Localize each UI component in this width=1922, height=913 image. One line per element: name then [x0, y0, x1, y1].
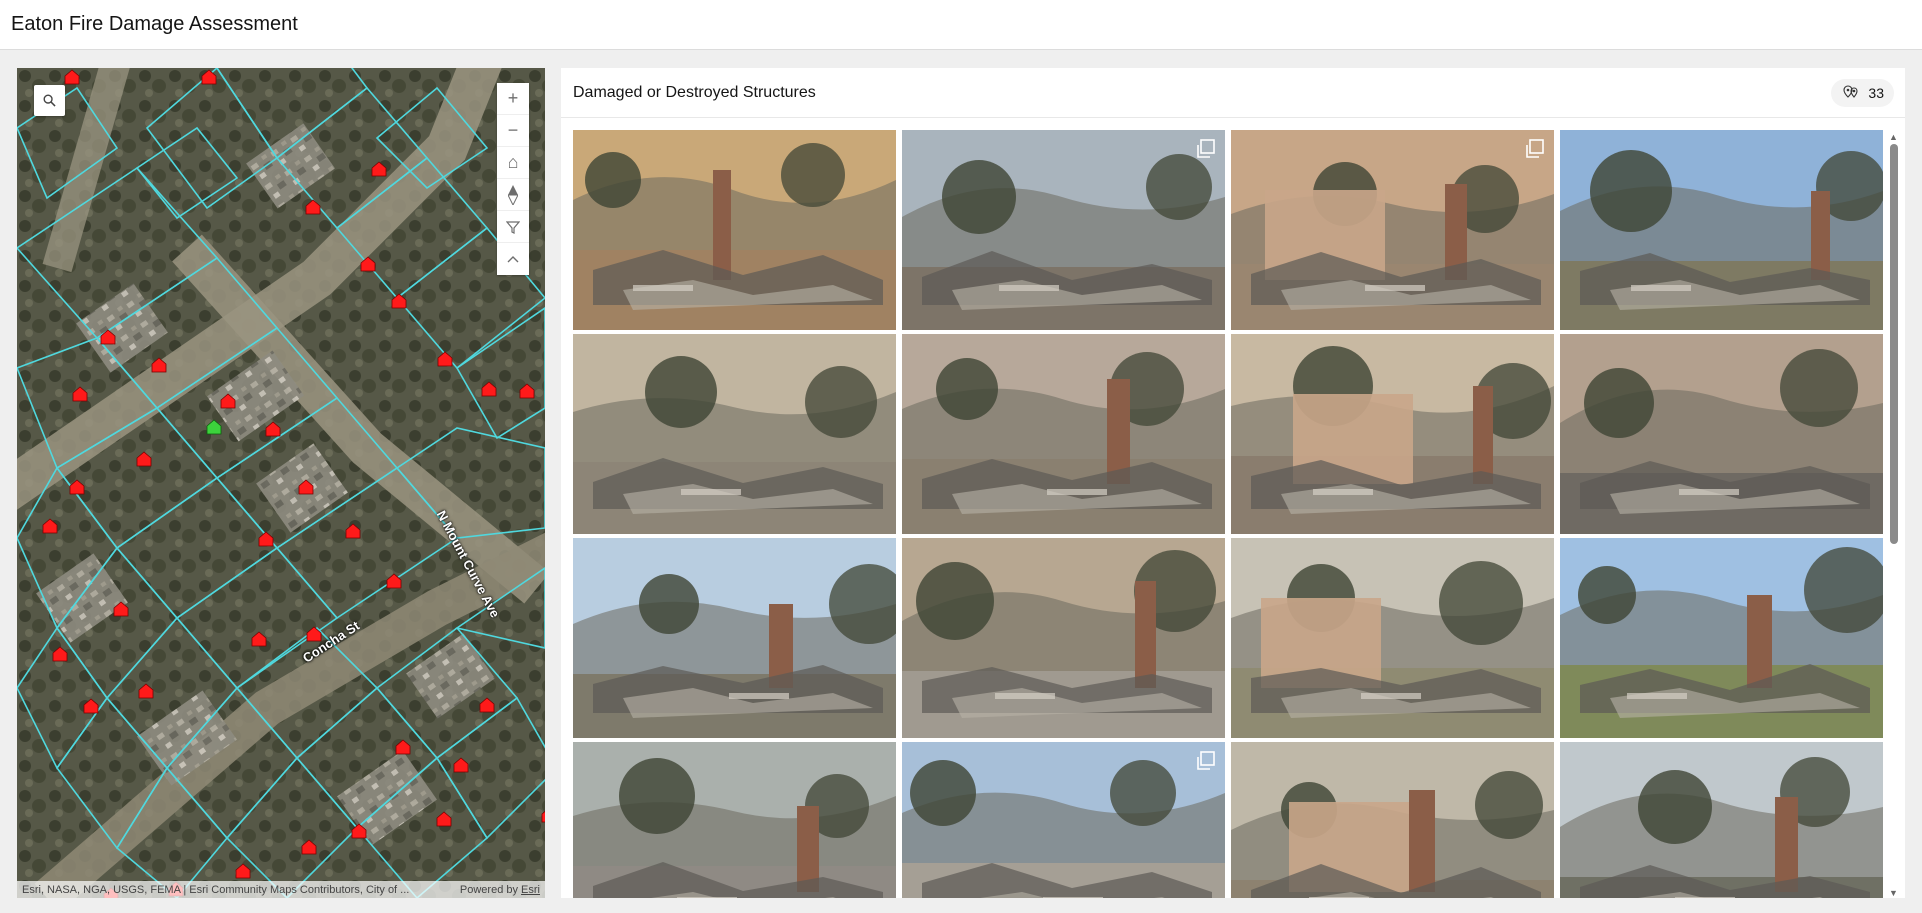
- compass-button[interactable]: [497, 179, 529, 211]
- stack-icon: [1526, 139, 1544, 158]
- esri-link[interactable]: Esri: [521, 884, 540, 896]
- photo-image: [573, 742, 896, 898]
- photo-image: [573, 538, 896, 738]
- photo-tile[interactable]: [902, 130, 1225, 330]
- scroll-up-arrow[interactable]: ▲: [1889, 132, 1898, 142]
- powered-by: Powered by Esri: [460, 884, 540, 896]
- map-controls: + − ⌂: [497, 83, 529, 275]
- cluster-icon: [1843, 85, 1858, 98]
- photo-tile[interactable]: [1560, 538, 1883, 738]
- stack-icon: [1197, 751, 1215, 770]
- photo-tile[interactable]: [573, 538, 896, 738]
- app-title: Eaton Fire Damage Assessment: [11, 13, 298, 35]
- photo-image: [902, 130, 1225, 330]
- scroll-down-arrow[interactable]: ▼: [1889, 888, 1898, 898]
- home-button[interactable]: ⌂: [497, 147, 529, 179]
- photo-image: [1231, 334, 1554, 534]
- map-attribution: Esri, NASA, NGA, USGS, FEMA | Esri Commu…: [17, 881, 545, 898]
- gallery-panel: Damaged or Destroyed Structures 33 ▲ ▼: [561, 68, 1905, 898]
- photo-tile[interactable]: [573, 130, 896, 330]
- photo-tile[interactable]: [1560, 334, 1883, 534]
- photo-grid: [573, 130, 1885, 898]
- photo-tile[interactable]: [1231, 742, 1554, 898]
- photo-tile[interactable]: [902, 742, 1225, 898]
- photo-image: [902, 334, 1225, 534]
- photo-tile[interactable]: [1231, 334, 1554, 534]
- photo-tile[interactable]: [1231, 130, 1554, 330]
- photo-image: [1231, 130, 1554, 330]
- photo-image: [573, 130, 896, 330]
- photo-tile[interactable]: [573, 334, 896, 534]
- zoom-out-button[interactable]: −: [497, 115, 529, 147]
- photo-image: [902, 742, 1225, 898]
- photo-image: [573, 334, 896, 534]
- photo-tile[interactable]: [573, 742, 896, 898]
- photo-image: [1231, 742, 1554, 898]
- photo-image: [1560, 130, 1883, 330]
- photo-tile[interactable]: [1560, 130, 1883, 330]
- scrollbar-thumb[interactable]: [1890, 144, 1898, 544]
- photo-tile[interactable]: [902, 334, 1225, 534]
- photo-tile[interactable]: [902, 538, 1225, 738]
- count-badge[interactable]: 33: [1831, 78, 1894, 107]
- photo-image: [1560, 742, 1883, 898]
- gallery-header: Damaged or Destroyed Structures 33: [561, 68, 1905, 118]
- gallery-title: Damaged or Destroyed Structures: [573, 83, 816, 101]
- photo-image: [1231, 538, 1554, 738]
- photo-tile[interactable]: [1560, 742, 1883, 898]
- zoom-in-button[interactable]: +: [497, 83, 529, 115]
- app-header: Eaton Fire Damage Assessment: [0, 0, 1922, 50]
- photo-image: [902, 538, 1225, 738]
- attribution-text: Esri, NASA, NGA, USGS, FEMA | Esri Commu…: [22, 883, 410, 896]
- powered-by-label: Powered by: [459, 883, 522, 896]
- chevron-up-icon: [507, 256, 519, 263]
- photo-image: [1560, 334, 1883, 534]
- search-icon: [43, 94, 56, 107]
- filter-icon: [506, 220, 520, 234]
- filter-button[interactable]: [497, 211, 529, 243]
- map-search-button[interactable]: [34, 85, 65, 116]
- photo-image: [1560, 538, 1883, 738]
- stack-icon: [1197, 139, 1215, 158]
- photo-tile[interactable]: [1231, 538, 1554, 738]
- count-value: 33: [1868, 84, 1884, 101]
- compass-icon: [508, 184, 518, 205]
- gallery-scrollbar[interactable]: ▲ ▼: [1889, 130, 1899, 898]
- collapse-button[interactable]: [497, 243, 529, 275]
- map-view[interactable]: + − ⌂ N Mount Curve Ave Concha St Esri, …: [17, 68, 545, 898]
- map-canvas[interactable]: [17, 68, 545, 898]
